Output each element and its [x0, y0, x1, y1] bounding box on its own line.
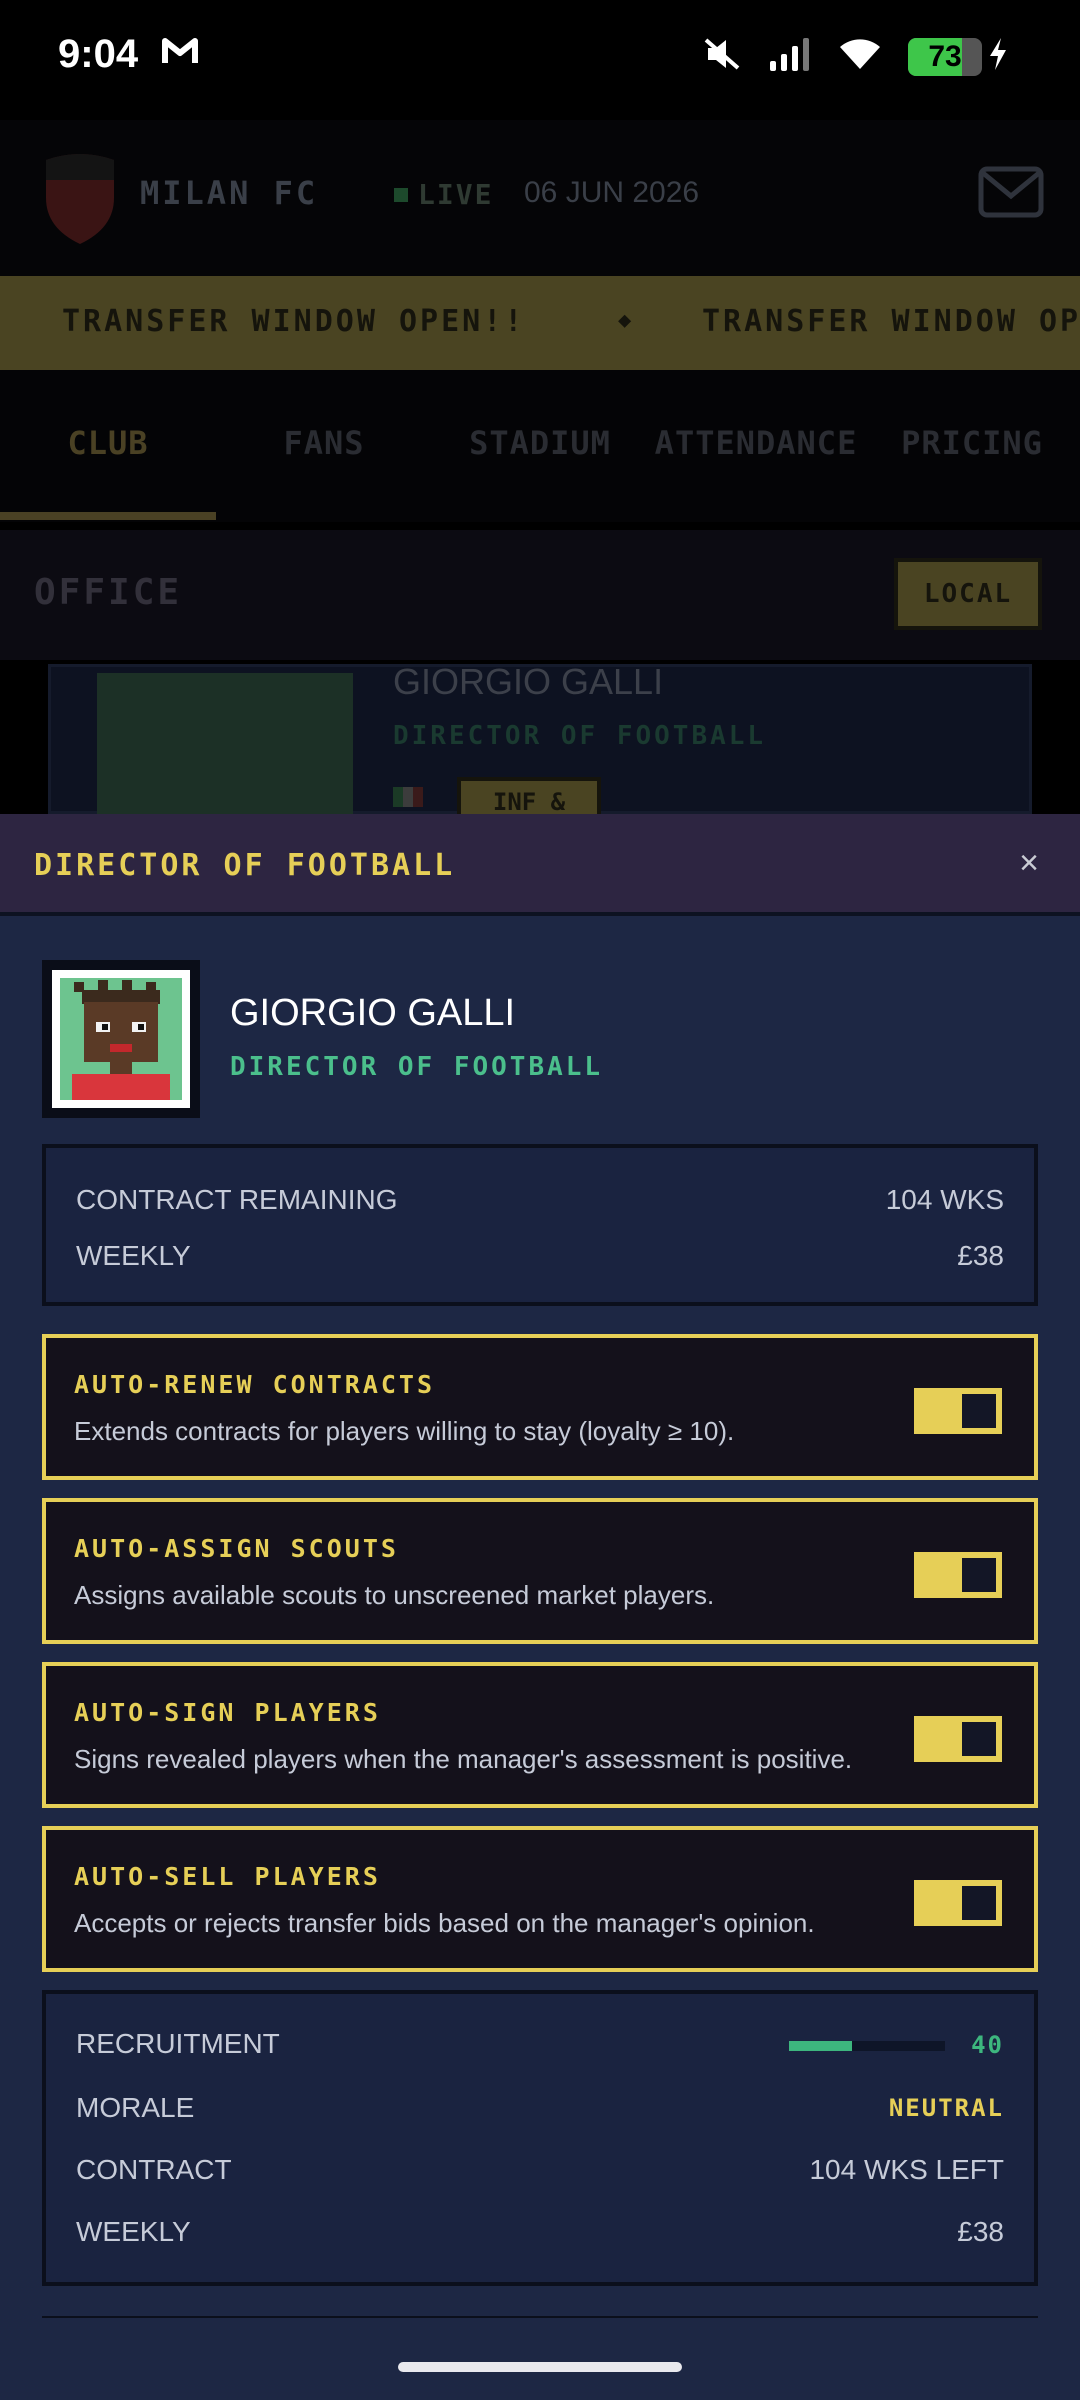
morale-row: MORALE NEUTRAL — [76, 2092, 1004, 2124]
background-app: MILAN FC LIVE 06 JUN 2026 TRANSFER WINDO… — [0, 120, 1080, 814]
auto-sell-players-toggle[interactable] — [914, 1880, 1002, 1926]
auto-renew-toggle[interactable] — [914, 1388, 1002, 1434]
director-modal: DIRECTOR OF FOOTBALL × GIORGIO GALLI DIR… — [0, 814, 1080, 2400]
contract-remaining-value: 104 WKS — [885, 1184, 1004, 1215]
ticker-message: TRANSFER WINDOW OPEN!! — [62, 304, 526, 339]
pixel-portrait-icon — [60, 978, 182, 1100]
active-tab-indicator — [0, 512, 216, 520]
staff-name: GIORGIO GALLI — [393, 661, 664, 702]
gmail-notification-icon — [162, 36, 198, 71]
status-time: 9:04 — [58, 32, 139, 76]
contract-remaining-label: CONTRACT REMAINING — [76, 1184, 398, 1215]
tab-stadium[interactable]: STADIUM — [432, 424, 648, 462]
director-name: GIORGIO GALLI — [230, 992, 516, 1034]
live-dot-icon — [394, 187, 408, 202]
club-name: MILAN FC — [140, 174, 319, 212]
tab-pricing[interactable]: PRICING — [864, 424, 1080, 462]
tab-fans[interactable]: FANS — [216, 424, 432, 462]
option-description: Extends contracts for players willing to… — [74, 1416, 735, 1446]
battery-level: 73 — [928, 39, 962, 73]
local-button[interactable]: LOCAL — [894, 558, 1042, 630]
staff-role: DIRECTOR OF FOOTBALL — [393, 721, 767, 751]
staff-avatar — [97, 673, 353, 814]
contract-label: CONTRACT — [76, 2154, 232, 2185]
morale-label: MORALE — [76, 2092, 195, 2123]
auto-renew-option[interactable]: AUTO-RENEW CONTRACTS Extends contracts f… — [42, 1334, 1038, 1480]
status-bar: 9:04 73 — [0, 0, 1080, 120]
mail-icon[interactable] — [978, 166, 1044, 223]
recruitment-label: RECRUITMENT — [76, 2028, 280, 2059]
option-title: AUTO-SIGN PLAYERS — [74, 1698, 381, 1727]
weekly-value: £38 — [957, 1240, 1004, 1271]
auto-sell-players-option[interactable]: AUTO-SELL PLAYERS Accepts or rejects tra… — [42, 1826, 1038, 1972]
contract-remaining-row: CONTRACT REMAINING 104 WKS — [76, 1184, 1004, 1216]
auto-sign-players-toggle[interactable] — [914, 1716, 1002, 1762]
news-ticker: TRANSFER WINDOW OPEN!! ◆ TRANSFER WINDOW… — [0, 276, 1080, 370]
auto-sign-players-option[interactable]: AUTO-SIGN PLAYERS Signs revealed players… — [42, 1662, 1038, 1808]
weekly-stat-row: WEEKLY £38 — [76, 2216, 1004, 2248]
staff-card[interactable]: GIORGIO GALLI DIRECTOR OF FOOTBALL INF & — [48, 661, 1032, 814]
contract-row: CONTRACT 104 WKS LEFT — [76, 2154, 1004, 2186]
option-description: Accepts or rejects transfer bids based o… — [74, 1908, 815, 1938]
contract-value: 104 WKS LEFT — [809, 2154, 1004, 2185]
weekly-stat-value: £38 — [957, 2216, 1004, 2247]
option-title: AUTO-ASSIGN SCOUTS — [74, 1534, 399, 1563]
section-title: OFFICE — [34, 572, 183, 613]
office-section-header: OFFICE LOCAL — [0, 530, 1080, 660]
option-title: AUTO-RENEW CONTRACTS — [74, 1370, 436, 1399]
mute-icon — [702, 36, 742, 77]
recruitment-value: 40 — [971, 2031, 1004, 2059]
director-role: DIRECTOR OF FOOTBALL — [230, 1052, 604, 1082]
home-indicator[interactable] — [398, 2362, 682, 2372]
tab-club[interactable]: CLUB — [0, 424, 216, 462]
recruitment-bar-fill — [789, 2040, 852, 2051]
wifi-icon — [838, 37, 882, 76]
weekly-label: WEEKLY — [76, 1240, 191, 1271]
director-avatar — [42, 960, 200, 1118]
close-button[interactable]: × — [1012, 846, 1046, 882]
signal-icon — [768, 37, 812, 76]
staff-tag: INF & — [457, 777, 601, 814]
recruitment-bar — [789, 2040, 946, 2051]
auto-assign-scouts-option[interactable]: AUTO-ASSIGN SCOUTS Assigns available sco… — [42, 1498, 1038, 1644]
tab-bar: CLUB FANS STADIUM ATTENDANCE PRICING — [0, 370, 1080, 522]
modal-header: DIRECTOR OF FOOTBALL × — [0, 814, 1080, 916]
app-header: MILAN FC LIVE 06 JUN 2026 — [0, 120, 1080, 276]
auto-assign-scouts-toggle[interactable] — [914, 1552, 1002, 1598]
weekly-stat-label: WEEKLY — [76, 2216, 191, 2247]
weekly-row: WEEKLY £38 — [76, 1240, 1004, 1272]
battery-icon: 73 — [908, 37, 982, 76]
ticker-separator: ◆ — [618, 308, 635, 333]
ticker-message: TRANSFER WINDOW OPEN!! — [702, 304, 1080, 339]
game-date: 06 JUN 2026 — [524, 176, 700, 209]
italy-flag-icon — [393, 787, 423, 807]
morale-value: NEUTRAL — [888, 2094, 1004, 2122]
charging-bolt-icon — [988, 38, 1008, 75]
club-crest-icon — [40, 150, 120, 251]
option-description: Signs revealed players when the manager'… — [74, 1744, 853, 1774]
recruitment-row: RECRUITMENT 40 — [76, 2028, 1004, 2060]
contract-summary: CONTRACT REMAINING 104 WKS WEEKLY £38 — [42, 1144, 1038, 1306]
director-stats: RECRUITMENT 40 MORALE NEUTRAL CONTRACT 1… — [42, 1990, 1038, 2286]
modal-title: DIRECTOR OF FOOTBALL — [34, 848, 456, 883]
live-indicator: LIVE — [394, 178, 493, 211]
live-label: LIVE — [418, 178, 494, 211]
option-description: Assigns available scouts to unscreened m… — [74, 1580, 715, 1610]
divider — [42, 2316, 1038, 2318]
option-title: AUTO-SELL PLAYERS — [74, 1862, 381, 1891]
tab-attendance[interactable]: ATTENDANCE — [648, 424, 864, 462]
